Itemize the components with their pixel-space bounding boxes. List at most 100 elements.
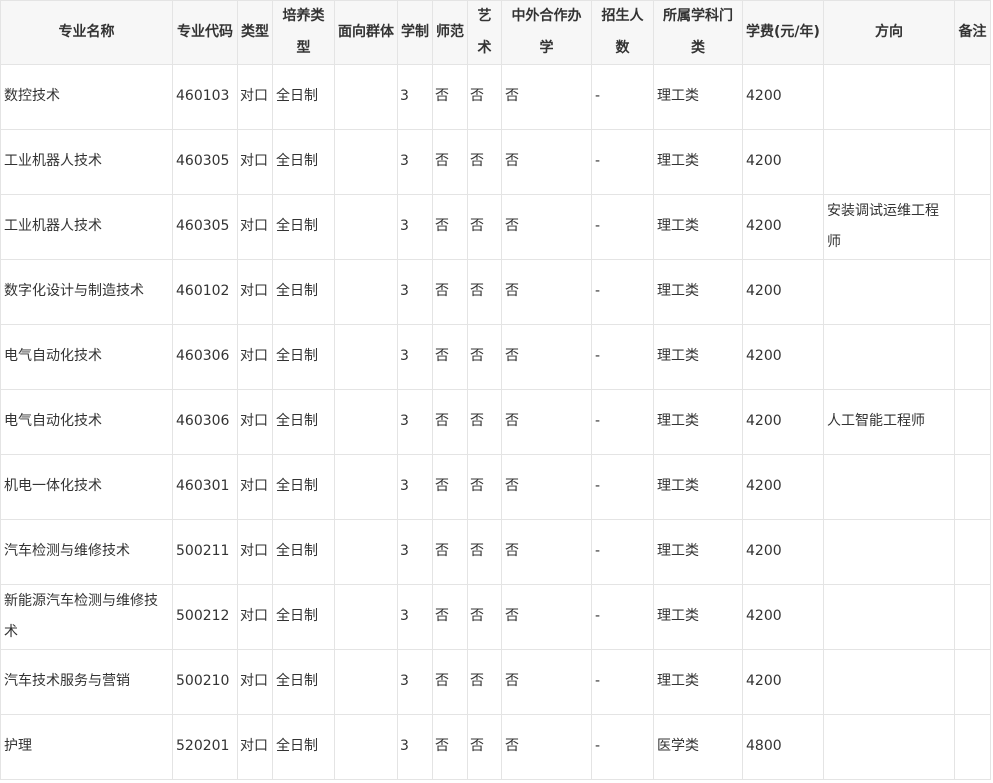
cell-art: 否 bbox=[467, 519, 502, 585]
cell-joint-program: 否 bbox=[501, 64, 592, 130]
cell-training-type: 全日制 bbox=[272, 194, 335, 260]
cell-direction bbox=[823, 519, 955, 585]
cell-type: 对口 bbox=[237, 649, 273, 715]
cell-joint-program: 否 bbox=[501, 649, 592, 715]
cell-major-name: 数字化设计与制造技术 bbox=[0, 259, 173, 325]
cell-discipline: 理工类 bbox=[653, 194, 743, 260]
cell-discipline: 理工类 bbox=[653, 649, 743, 715]
cell-discipline: 理工类 bbox=[653, 324, 743, 390]
cell-normal-school: 否 bbox=[432, 389, 468, 455]
cell-discipline: 理工类 bbox=[653, 259, 743, 325]
cell-major-name: 新能源汽车检测与维修技术 bbox=[0, 584, 173, 650]
cell-joint-program: 否 bbox=[501, 389, 592, 455]
cell-tuition: 4200 bbox=[742, 129, 824, 195]
cell-discipline: 理工类 bbox=[653, 584, 743, 650]
header-duration: 学制 bbox=[397, 0, 433, 65]
cell-discipline: 理工类 bbox=[653, 64, 743, 130]
cell-normal-school: 否 bbox=[432, 259, 468, 325]
cell-major-name: 工业机器人技术 bbox=[0, 129, 173, 195]
cell-remarks bbox=[954, 519, 991, 585]
cell-training-type: 全日制 bbox=[272, 454, 335, 520]
cell-normal-school: 否 bbox=[432, 454, 468, 520]
cell-major-name: 电气自动化技术 bbox=[0, 389, 173, 455]
cell-joint-program: 否 bbox=[501, 194, 592, 260]
cell-discipline: 理工类 bbox=[653, 519, 743, 585]
cell-art: 否 bbox=[467, 129, 502, 195]
cell-type: 对口 bbox=[237, 519, 273, 585]
cell-major-name: 汽车技术服务与营销 bbox=[0, 649, 173, 715]
cell-joint-program: 否 bbox=[501, 324, 592, 390]
cell-major-code: 460102 bbox=[172, 259, 238, 325]
cell-tuition: 4200 bbox=[742, 519, 824, 585]
header-art: 艺术 bbox=[467, 0, 502, 65]
cell-remarks bbox=[954, 454, 991, 520]
cell-enrollment: - bbox=[591, 129, 654, 195]
cell-type: 对口 bbox=[237, 259, 273, 325]
table-body: 数控技术 460103 对口 全日制 3 否否否 - 理工类 4200 工业机器人技术 460305… bbox=[0, 64, 991, 780]
cell-joint-program: 否 bbox=[501, 259, 592, 325]
cell-type: 对口 bbox=[237, 324, 273, 390]
cell-normal-school: 否 bbox=[432, 584, 468, 650]
cell-direction: 人工智能工程师 bbox=[823, 389, 955, 455]
cell-direction: 安装调试运维工程师 bbox=[823, 194, 955, 260]
cell-training-type: 全日制 bbox=[272, 324, 335, 390]
table-row: 工业机器人技术 460305 对口 全日制 3 否否否 - 理工类 4200 安装调试运维工程师 bbox=[0, 194, 991, 260]
cell-duration: 3 bbox=[397, 714, 433, 780]
header-training-type: 培养类型 bbox=[272, 0, 335, 65]
cell-tuition: 4200 bbox=[742, 389, 824, 455]
cell-remarks bbox=[954, 714, 991, 780]
table-row: 新能源汽车检测与维修技术 500212 对口 全日制 3 否否否 - 理工类 4200 bbox=[0, 584, 991, 650]
cell-duration: 3 bbox=[397, 389, 433, 455]
cell-normal-school: 否 bbox=[432, 714, 468, 780]
cell-remarks bbox=[954, 129, 991, 195]
table-row: 数字化设计与制造技术 460102 对口 全日制 3 否否否 - 理工类 4200 bbox=[0, 259, 991, 325]
cell-duration: 3 bbox=[397, 454, 433, 520]
header-joint-program: 中外合作办学 bbox=[501, 0, 592, 65]
cell-enrollment: - bbox=[591, 519, 654, 585]
cell-remarks bbox=[954, 324, 991, 390]
cell-remarks bbox=[954, 584, 991, 650]
cell-target-group bbox=[334, 389, 398, 455]
cell-enrollment: - bbox=[591, 64, 654, 130]
cell-training-type: 全日制 bbox=[272, 584, 335, 650]
cell-enrollment: - bbox=[591, 714, 654, 780]
cell-enrollment: - bbox=[591, 389, 654, 455]
cell-tuition: 4200 bbox=[742, 649, 824, 715]
cell-major-code: 460306 bbox=[172, 389, 238, 455]
cell-normal-school: 否 bbox=[432, 649, 468, 715]
cell-direction bbox=[823, 129, 955, 195]
cell-direction bbox=[823, 64, 955, 130]
table-row: 护理 520201 对口 全日制 3 否否否 - 医学类 4800 bbox=[0, 714, 991, 780]
cell-remarks bbox=[954, 649, 991, 715]
cell-major-name: 护理 bbox=[0, 714, 173, 780]
header-direction: 方向 bbox=[823, 0, 955, 65]
cell-type: 对口 bbox=[237, 389, 273, 455]
cell-major-name: 工业机器人技术 bbox=[0, 194, 173, 260]
cell-training-type: 全日制 bbox=[272, 389, 335, 455]
cell-target-group bbox=[334, 259, 398, 325]
cell-tuition: 4200 bbox=[742, 454, 824, 520]
cell-art: 否 bbox=[467, 389, 502, 455]
cell-training-type: 全日制 bbox=[272, 64, 335, 130]
cell-remarks bbox=[954, 64, 991, 130]
cell-target-group bbox=[334, 649, 398, 715]
cell-major-name: 机电一体化技术 bbox=[0, 454, 173, 520]
table-row: 工业机器人技术 460305 对口 全日制 3 否否否 - 理工类 4200 bbox=[0, 129, 991, 195]
header-remarks: 备注 bbox=[954, 0, 991, 65]
cell-direction bbox=[823, 584, 955, 650]
cell-duration: 3 bbox=[397, 324, 433, 390]
table-row: 电气自动化技术 460306 对口 全日制 3 否否否 - 理工类 4200 bbox=[0, 324, 991, 390]
cell-major-code: 460305 bbox=[172, 194, 238, 260]
cell-enrollment: - bbox=[591, 649, 654, 715]
header-discipline: 所属学科门类 bbox=[653, 0, 743, 65]
cell-discipline: 理工类 bbox=[653, 454, 743, 520]
page: 专业名称 专业代码 类型 培养类型 面向群体 学制 师范 艺术 中外合作办学 招… bbox=[0, 0, 993, 783]
cell-target-group bbox=[334, 64, 398, 130]
cell-tuition: 4200 bbox=[742, 324, 824, 390]
cell-target-group bbox=[334, 194, 398, 260]
cell-tuition: 4200 bbox=[742, 194, 824, 260]
cell-duration: 3 bbox=[397, 129, 433, 195]
cell-direction bbox=[823, 324, 955, 390]
cell-training-type: 全日制 bbox=[272, 649, 335, 715]
cell-enrollment: - bbox=[591, 194, 654, 260]
